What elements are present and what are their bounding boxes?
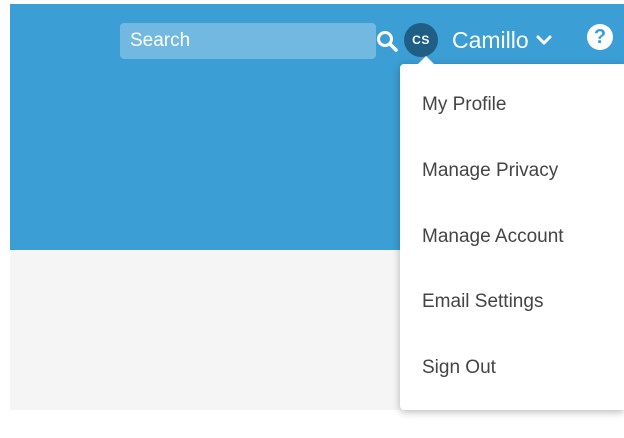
menu-item-my-profile[interactable]: My Profile <box>422 94 506 116</box>
user-dropdown-menu: My Profile Manage Privacy Manage Account… <box>400 56 624 410</box>
help-icon[interactable]: ? <box>587 24 613 50</box>
avatar[interactable]: CS <box>404 23 438 57</box>
search-input[interactable] <box>130 30 375 52</box>
user-menu-toggle[interactable]: CS Camillo <box>404 22 553 58</box>
chevron-down-icon[interactable] <box>535 31 553 49</box>
page: CS Camillo ? My Profile Manage Privacy M… <box>0 0 624 438</box>
dropdown-arrow <box>418 56 434 64</box>
menu-item-email-settings[interactable]: Email Settings <box>422 291 543 313</box>
user-name[interactable]: Camillo <box>452 27 529 54</box>
search-icon[interactable] <box>375 29 399 53</box>
menu-item-manage-account[interactable]: Manage Account <box>422 226 564 248</box>
menu-item-manage-privacy[interactable]: Manage Privacy <box>422 160 558 182</box>
menu-item-sign-out[interactable]: Sign Out <box>422 357 496 379</box>
search-box[interactable] <box>120 23 398 59</box>
